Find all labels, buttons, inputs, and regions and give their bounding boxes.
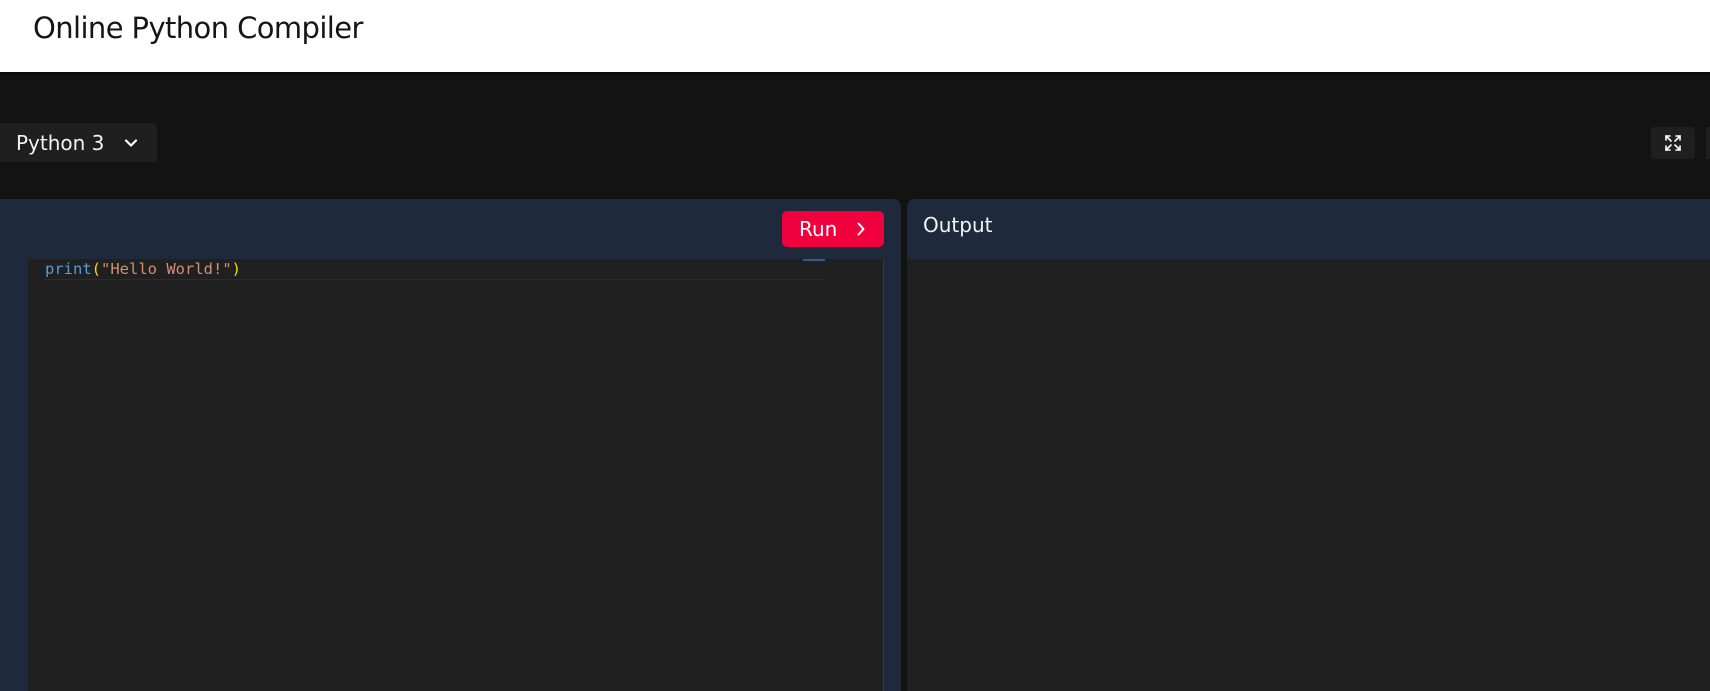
- chevron-right-icon: [857, 222, 865, 236]
- language-select[interactable]: Python 3: [0, 123, 157, 162]
- workspace: Python 3 Run print("Hello World!") Outpu…: [0, 74, 1710, 691]
- output-panel: Output: [907, 199, 1710, 691]
- page: Online Python Compiler Python 3 Run prin…: [0, 0, 1710, 691]
- code-close-paren: ): [231, 260, 242, 278]
- editor-scrollbar[interactable]: [883, 259, 884, 691]
- code-function-token: print: [45, 260, 92, 278]
- code-editor[interactable]: print("Hello World!"): [28, 259, 884, 691]
- page-title: Online Python Compiler: [33, 11, 363, 45]
- editor-panel: Run print("Hello World!"): [0, 199, 901, 691]
- minimap[interactable]: [803, 259, 825, 261]
- chevron-down-icon: [124, 139, 138, 147]
- expand-icon: [1665, 135, 1681, 151]
- run-button[interactable]: Run: [782, 211, 884, 247]
- language-label: Python 3: [16, 130, 105, 155]
- fullscreen-button[interactable]: [1651, 127, 1695, 159]
- toolbar-edge-button: [1706, 127, 1710, 159]
- code-open-paren: (: [91, 260, 102, 278]
- top-header: Online Python Compiler: [0, 0, 1710, 74]
- output-console: [907, 259, 1710, 691]
- output-title: Output: [923, 213, 993, 237]
- code-line: print("Hello World!"): [45, 259, 241, 279]
- code-string-token: "Hello World!": [101, 260, 232, 278]
- run-label: Run: [799, 217, 838, 241]
